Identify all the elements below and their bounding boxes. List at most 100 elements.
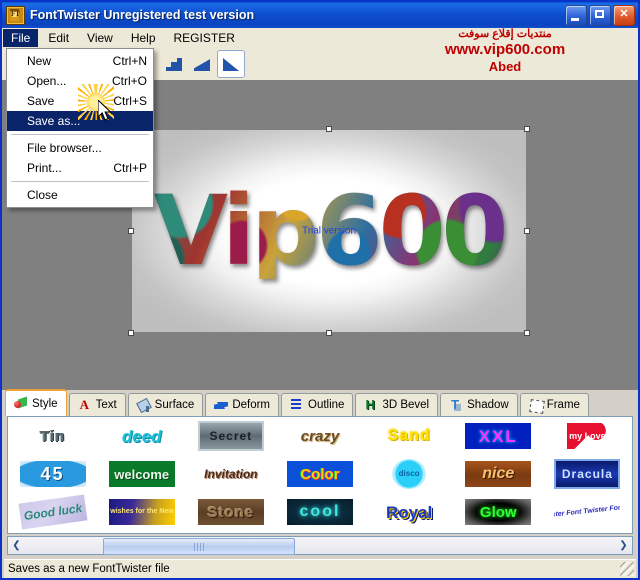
maximize-button[interactable] <box>589 5 611 26</box>
scroll-left-arrow-icon[interactable]: ❮ <box>8 537 25 554</box>
application-window: FT FontTwister Unregistered test version… <box>0 0 640 580</box>
menu-separator-1 <box>11 134 149 135</box>
gallery-row: 45 welcome Invitation Color disco nice D… <box>8 455 632 493</box>
resize-handle-w[interactable] <box>128 228 134 234</box>
style-preset-crazy[interactable]: crazy <box>275 417 364 455</box>
style-preset-deed[interactable]: deed <box>97 417 186 455</box>
gradient-ramp-icon[interactable] <box>189 51 215 77</box>
tab-frame[interactable]: Frame <box>519 393 589 416</box>
style-preset-font-twister[interactable]: Font Twister Font Twister Font Twister <box>543 493 632 531</box>
menu-item-new[interactable]: New Ctrl+N <box>7 51 153 71</box>
menu-item-file-browser-label: File browser... <box>27 141 102 155</box>
tab-shadow[interactable]: Shadow <box>440 393 518 416</box>
style-preset-disco[interactable]: disco <box>365 455 454 493</box>
style-gallery[interactable]: Tin deed Secret crazy Sand XXL my Love 4… <box>7 416 633 534</box>
artwork-canvas[interactable]: Vip600 Trial version <box>132 130 526 332</box>
style-preset-secret[interactable]: Secret <box>186 417 275 455</box>
scrollbar-grip-icon <box>194 542 204 551</box>
menu-register[interactable]: REGISTER <box>166 29 243 47</box>
menu-item-save-accel: Ctrl+S <box>113 94 147 108</box>
menu-file[interactable]: File <box>3 29 39 47</box>
style-preset-sand[interactable]: Sand <box>365 417 454 455</box>
gallery-horizontal-scrollbar[interactable]: ❮ ❯ <box>7 536 633 555</box>
shadow-t-icon <box>449 397 463 412</box>
tab-strip: Style Text Surface Deform Outline 3D Bev… <box>2 389 638 416</box>
scrollbar-thumb[interactable] <box>103 538 295 555</box>
letter-a-icon <box>78 397 92 413</box>
resize-handle-ne[interactable] <box>524 126 530 132</box>
style-preset-stone[interactable]: Stone <box>186 493 275 531</box>
gradient-steps-icon[interactable] <box>161 51 187 77</box>
menu-item-save[interactable]: Save Ctrl+S <box>7 91 153 111</box>
style-preset-45[interactable]: 45 <box>8 455 97 493</box>
style-preset-color[interactable]: Color <box>275 455 364 493</box>
resize-handle-e[interactable] <box>524 228 530 234</box>
tab-3d-bevel[interactable]: 3D Bevel <box>355 393 439 416</box>
gradient-smooth-icon[interactable] <box>217 50 245 78</box>
style-preset-cool[interactable]: cool <box>275 493 364 531</box>
style-preset-dracula[interactable]: Dracula <box>543 455 632 493</box>
resize-handle-s[interactable] <box>326 330 332 336</box>
menu-item-open-accel: Ctrl+O <box>111 74 147 88</box>
tab-outline-label: Outline <box>308 399 345 411</box>
canvas-selection[interactable]: Vip600 Trial version <box>128 126 530 336</box>
app-icon: FT <box>6 5 25 25</box>
file-menu-popup[interactable]: New Ctrl+N Open... Ctrl+O Save Ctrl+S Sa… <box>6 48 154 208</box>
menu-item-save-label: Save <box>27 94 55 108</box>
menu-item-new-label: New <box>27 54 52 68</box>
style-preset-welcome[interactable]: welcome <box>97 455 186 493</box>
status-text: Saves as a new FontTwister file <box>8 563 170 575</box>
tab-style-label: Style <box>32 397 58 410</box>
menu-help[interactable]: Help <box>123 29 164 47</box>
tab-deform-label: Deform <box>232 399 271 411</box>
trial-version-watermark: Trial version <box>301 225 357 237</box>
menu-item-close-label: Close <box>27 188 58 202</box>
menu-item-open[interactable]: Open... Ctrl+O <box>7 71 153 91</box>
style-preset-glow[interactable]: Glow <box>454 493 543 531</box>
outline-icon <box>290 398 304 412</box>
tab-text[interactable]: Text <box>68 393 126 416</box>
tab-3d-bevel-label: 3D Bevel <box>382 399 430 411</box>
menu-item-print-label: Print... <box>27 161 62 175</box>
style-preset-xxl[interactable]: XXL <box>454 417 543 455</box>
resize-grip-icon[interactable] <box>620 562 634 576</box>
menu-separator-2 <box>11 181 149 182</box>
resize-handle-n[interactable] <box>326 126 332 132</box>
tab-outline[interactable]: Outline <box>281 393 354 416</box>
menu-edit[interactable]: Edit <box>40 29 77 47</box>
menu-view[interactable]: View <box>79 29 121 47</box>
resize-handle-se[interactable] <box>524 330 530 336</box>
menu-bar: File Edit View Help REGISTER <box>2 28 638 48</box>
gallery-row: Good luck Best wishes for the New Year S… <box>8 493 632 531</box>
scrollbar-track[interactable] <box>25 537 615 555</box>
bevel-h-icon <box>364 397 378 412</box>
resize-handle-sw[interactable] <box>128 330 134 336</box>
menu-item-open-label: Open... <box>27 74 67 88</box>
tab-shadow-label: Shadow <box>467 399 509 411</box>
tab-text-label: Text <box>95 399 117 411</box>
paint-bucket-icon <box>137 399 151 412</box>
menu-item-close[interactable]: Close <box>7 185 153 205</box>
style-preset-my-love[interactable]: my Love <box>543 417 632 455</box>
frame-star-icon <box>529 399 543 412</box>
style-preset-good-luck[interactable]: Good luck <box>8 493 97 531</box>
style-preset-nice[interactable]: nice <box>454 455 543 493</box>
minimize-button[interactable] <box>565 5 587 26</box>
window-controls: ✕ <box>565 5 635 26</box>
title-bar: FT FontTwister Unregistered test version… <box>2 2 638 28</box>
menu-item-print[interactable]: Print... Ctrl+P <box>7 158 153 178</box>
wave-icon <box>214 399 229 412</box>
menu-item-file-browser[interactable]: File browser... <box>7 138 153 158</box>
close-button[interactable]: ✕ <box>613 5 635 26</box>
style-cube-icon <box>14 397 28 410</box>
style-preset-best-wishes[interactable]: Best wishes for the New Year <box>97 493 186 531</box>
scroll-right-arrow-icon[interactable]: ❯ <box>615 537 632 554</box>
style-preset-royal[interactable]: Royal <box>365 493 454 531</box>
menu-item-save-as[interactable]: Save as... <box>7 111 153 131</box>
tab-surface[interactable]: Surface <box>127 393 204 416</box>
style-preset-invitation[interactable]: Invitation <box>186 455 275 493</box>
tab-frame-label: Frame <box>546 399 580 411</box>
style-preset-tin[interactable]: Tin <box>8 417 97 455</box>
tab-deform[interactable]: Deform <box>205 393 280 416</box>
tab-style[interactable]: Style <box>5 389 67 416</box>
